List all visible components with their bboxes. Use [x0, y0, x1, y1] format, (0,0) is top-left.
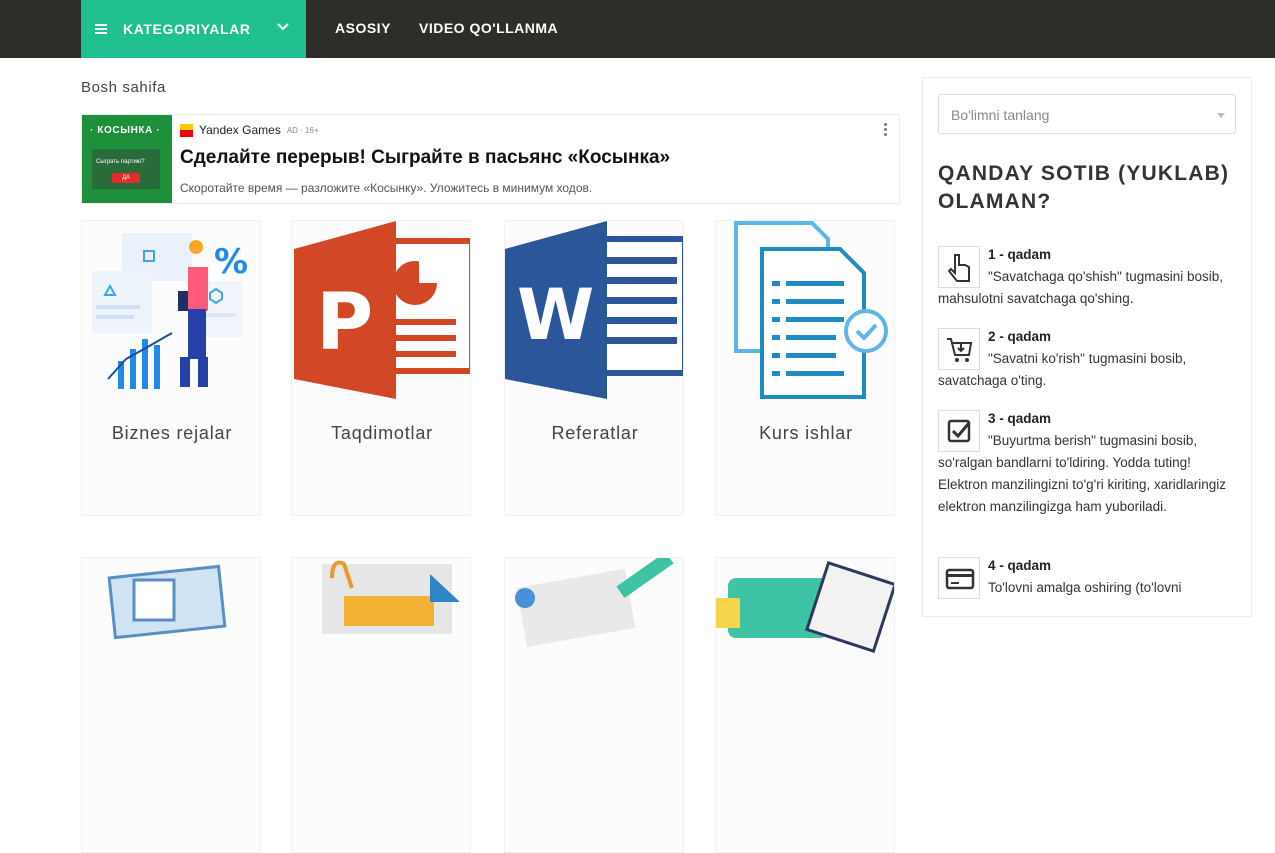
- categories-dropdown-button[interactable]: KATEGORIYALAR: [81, 0, 306, 58]
- ad-brand: Yandex Games AD · 16+: [180, 123, 319, 137]
- credit-card-icon: [938, 557, 980, 599]
- svg-text:P: P: [316, 278, 373, 368]
- yandex-games-logo-icon: [180, 123, 193, 137]
- section-select[interactable]: Bo'limni tanlang: [938, 94, 1236, 134]
- step-text: "Buyurtma berish" tugmasini bosib, so'ra…: [938, 433, 1227, 514]
- step-number: 4 - qadam: [988, 558, 1052, 573]
- folder-document-icon: [716, 561, 894, 653]
- category-card-business-plans[interactable]: % Biznes rejalar: [81, 220, 261, 516]
- section-select-placeholder: Bo'limni tanlang: [951, 107, 1050, 123]
- categories-label: KATEGORIYALAR: [123, 21, 251, 37]
- ad-thumbnail[interactable]: · КОСЫНКА · Сыграть партию? ДА: [82, 115, 172, 203]
- dropdown-arrow-icon: [1217, 113, 1225, 118]
- step-number: 1 - qadam: [988, 247, 1052, 262]
- category-card-row2-1[interactable]: [81, 557, 261, 853]
- business-illustration-icon: %: [92, 233, 248, 389]
- category-card-coursework[interactable]: Kurs ishlar: [715, 220, 895, 516]
- category-card-presentations[interactable]: P Taqdimotlar: [291, 220, 471, 516]
- folder-clip-icon: [322, 560, 460, 634]
- checkbox-icon: [938, 410, 980, 452]
- svg-text:W: W: [517, 274, 594, 356]
- category-card-row2-3[interactable]: [504, 557, 684, 853]
- category-label: Taqdimotlar: [331, 423, 433, 443]
- step-number: 3 - qadam: [988, 411, 1052, 426]
- ad-title[interactable]: Сделайте перерыв! Сыграйте в пасьянс «Ко…: [180, 147, 670, 169]
- top-navbar: KATEGORIYALAR ASOSIY VIDEO QO'LLANMA: [0, 0, 1275, 58]
- step-3: 3 - qadam "Buyurtma berish" tugmasini bo…: [938, 408, 1238, 518]
- how-to-buy-title: QANDAY SOTIB (YUKLAB) OLAMAN?: [938, 162, 1230, 213]
- svg-text:%: %: [214, 242, 248, 282]
- documents-illustration-icon: [107, 564, 227, 640]
- nav-link-home[interactable]: ASOSIY: [335, 20, 391, 36]
- menu-icon: [95, 24, 107, 34]
- ad-brand-name: Yandex Games: [199, 123, 281, 137]
- sidebar: Bo'limni tanlang QANDAY SOTIB (YUKLAB) O…: [922, 77, 1252, 617]
- category-card-essays[interactable]: W Referatlar: [504, 220, 684, 516]
- ad-description: Скоротайте время — разложите «Косынку». …: [180, 181, 593, 195]
- category-label: Referatlar: [551, 423, 639, 443]
- ad-thumb-title: · КОСЫНКА ·: [90, 125, 161, 136]
- hand-pointer-icon: [938, 246, 980, 288]
- nav-link-video-guide[interactable]: VIDEO QO'LLANMA: [419, 20, 558, 36]
- ad-thumb-button: ДА: [112, 173, 140, 183]
- category-card-row2-2[interactable]: [291, 557, 471, 853]
- ad-tag: AD · 16+: [286, 125, 319, 135]
- step-1: 1 - qadam "Savatchaga qo'shish" tugmasin…: [938, 244, 1238, 310]
- breadcrumb[interactable]: Bosh sahifa: [81, 79, 166, 96]
- step-text: "Savatchaga qo'shish" tugmasini bosib, m…: [938, 269, 1224, 306]
- category-label: Kurs ishlar: [759, 423, 853, 443]
- more-options-icon[interactable]: [884, 123, 887, 138]
- cart-icon: [938, 328, 980, 370]
- step-number: 2 - qadam: [988, 329, 1052, 344]
- documents-icon: [734, 221, 888, 399]
- category-label: Biznes rejalar: [111, 423, 233, 443]
- step-2: 2 - qadam "Savatni ko'rish" tugmasini bo…: [938, 326, 1238, 392]
- step-4: 4 - qadam To'lovni amalga oshiring (to'l…: [938, 555, 1238, 599]
- step-text: To'lovni amalga oshiring (to'lovni: [988, 580, 1182, 595]
- ad-banner[interactable]: · КОСЫНКА · Сыграть партию? ДА Yandex Ga…: [81, 114, 900, 204]
- chevron-down-icon: [277, 23, 289, 31]
- category-card-row2-4[interactable]: [715, 557, 895, 853]
- ad-thumb-text: Сыграть партию?: [96, 159, 145, 165]
- powerpoint-icon: P: [294, 221, 470, 399]
- document-pen-icon: [515, 558, 674, 647]
- word-icon: W: [505, 221, 683, 399]
